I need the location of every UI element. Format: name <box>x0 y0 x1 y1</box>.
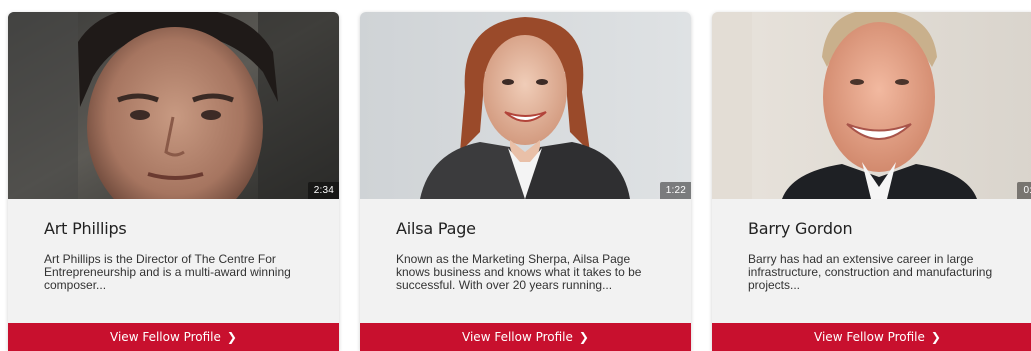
view-fellow-profile-button[interactable]: View Fellow Profile ❯ <box>8 323 339 351</box>
card-body: Barry Gordon Barry has had an extensive … <box>712 199 1031 324</box>
fellow-cards-row: 2:34 Art Phillips Art Phillips is the Di… <box>0 0 1031 351</box>
view-fellow-profile-button[interactable]: View Fellow Profile ❯ <box>712 323 1031 351</box>
portrait-image <box>360 12 691 199</box>
fellow-card: 1:22 Ailsa Page Known as the Marketing S… <box>360 12 691 351</box>
portrait-image <box>712 12 1031 199</box>
fellow-card: 2:34 Art Phillips Art Phillips is the Di… <box>8 12 339 351</box>
fellow-card: 0:3 Barry Gordon Barry has had an extens… <box>712 12 1031 351</box>
view-fellow-profile-label: View Fellow Profile <box>462 330 573 344</box>
card-body: Ailsa Page Known as the Marketing Sherpa… <box>360 199 691 324</box>
video-thumbnail[interactable]: 0:3 <box>712 12 1031 199</box>
view-fellow-profile-button[interactable]: View Fellow Profile ❯ <box>360 323 691 351</box>
video-duration: 0:3 <box>1017 182 1031 199</box>
card-body: Art Phillips Art Phillips is the Directo… <box>8 199 339 324</box>
fellow-description: Barry has had an extensive career in lar… <box>748 252 993 292</box>
video-duration: 2:34 <box>307 182 339 199</box>
portrait-image <box>8 12 339 199</box>
fellow-name: Art Phillips <box>44 219 127 238</box>
video-thumbnail[interactable]: 1:22 <box>360 12 691 199</box>
chevron-right-icon: ❯ <box>226 330 237 344</box>
view-fellow-profile-label: View Fellow Profile <box>814 330 925 344</box>
video-duration: 1:22 <box>659 182 691 199</box>
chevron-right-icon: ❯ <box>578 330 589 344</box>
fellow-description: Known as the Marketing Sherpa, Ailsa Pag… <box>396 252 642 292</box>
chevron-right-icon: ❯ <box>930 330 941 344</box>
view-fellow-profile-label: View Fellow Profile <box>110 330 221 344</box>
fellow-description: Art Phillips is the Director of The Cent… <box>44 252 291 292</box>
fellow-name: Barry Gordon <box>748 219 853 238</box>
video-thumbnail[interactable]: 2:34 <box>8 12 339 199</box>
fellow-name: Ailsa Page <box>396 219 476 238</box>
